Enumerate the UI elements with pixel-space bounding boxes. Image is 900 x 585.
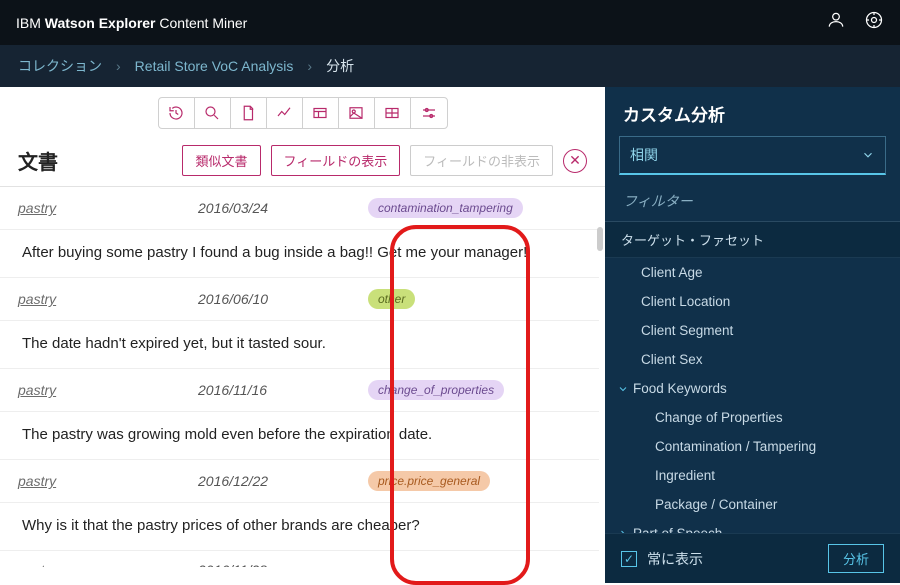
trend-icon[interactable] [267,98,303,128]
doc-tag[interactable]: contamination_tampering [368,198,523,218]
always-show-checkbox[interactable]: ✓ [621,551,637,567]
breadcrumb-collection-name[interactable]: Retail Store VoC Analysis [135,58,294,74]
facet-item[interactable]: Client Segment [605,316,900,345]
help-icon[interactable] [864,10,884,35]
table-row[interactable]: pastry2016/11/16change_of_properties [0,369,599,412]
facet-label: Client Sex [641,352,703,367]
doc-text: After buying some pastry I found a bug i… [0,230,599,278]
breadcrumb-current: 分析 [326,56,354,76]
chevron-down-icon [861,148,875,162]
doc-tag[interactable]: other [368,289,415,309]
doc-category[interactable]: pastry [18,291,198,307]
doc-category[interactable]: pastry [18,382,198,398]
chevron-right-icon: › [307,58,312,74]
table-row[interactable]: pastry2016/03/24contamination_tampering [0,187,599,230]
facet-label: Change of Properties [655,410,783,425]
settings-slider-icon[interactable] [411,98,447,128]
facet-item[interactable]: Contamination / Tampering [605,432,900,461]
table-row[interactable]: pastry2016/12/22price.price_general [0,460,599,503]
analyze-button[interactable]: 分析 [828,544,884,573]
grid-icon[interactable] [375,98,411,128]
doc-text: The pastry was growing mold even before … [0,412,599,460]
doc-text: Why is it that the pastry prices of othe… [0,503,599,551]
facet-label: Ingredient [655,468,715,483]
breadcrumb: コレクション › Retail Store VoC Analysis › 分析 [0,45,900,87]
hide-fields-button: フィールドの非表示 [410,145,553,176]
show-fields-button[interactable]: フィールドの表示 [271,145,401,176]
top-bar: IBM Watson Explorer Content Miner [0,0,900,45]
analysis-type-select[interactable]: 相関 [619,136,886,175]
doc-date: 2016/11/28 [198,562,368,567]
facet-label: Food Keywords [633,381,727,396]
chevron-right-icon [617,528,629,533]
facet-label: Package / Container [655,497,777,512]
scrollbar-thumb[interactable] [597,227,603,251]
document-list: pastry2016/03/24contamination_tamperingA… [0,187,605,567]
doc-category[interactable]: pastry [18,562,198,567]
document-icon[interactable] [231,98,267,128]
target-facet-header: ターゲット・ファセット [605,222,900,258]
facet-item[interactable]: Part of Speech [605,519,900,533]
doc-date: 2016/06/10 [198,291,368,307]
breadcrumb-collections[interactable]: コレクション [18,56,102,76]
facet-item[interactable]: Ingredient [605,461,900,490]
app-brand: IBM Watson Explorer Content Miner [16,15,247,31]
facet-label: Part of Speech [633,526,722,533]
page-title: 文書 [18,146,58,175]
table-row[interactable]: pastry2016/11/28 [0,551,599,567]
doc-category[interactable]: pastry [18,473,198,489]
facet-item[interactable]: Client Age [605,258,900,287]
chevron-right-icon: › [116,58,121,74]
facet-label: Client Age [641,265,703,280]
toolbar [0,93,605,137]
doc-date: 2016/11/16 [198,382,368,398]
facet-label: Client Segment [641,323,733,338]
search-icon[interactable] [195,98,231,128]
doc-date: 2016/12/22 [198,473,368,489]
similar-docs-button[interactable]: 類似文書 [182,145,260,176]
doc-date: 2016/03/24 [198,200,368,216]
facet-item[interactable]: Package / Container [605,490,900,519]
facet-label: Client Location [641,294,730,309]
doc-tag[interactable]: change_of_properties [368,380,504,400]
facet-list: Client Age Client Location Client Segment C… [605,258,900,533]
doc-tag[interactable]: price.price_general [368,471,490,491]
facet-item[interactable]: Client Location [605,287,900,316]
doc-text: The date hadn't expired yet, but it tast… [0,321,599,369]
panel-footer: ✓ 常に表示 分析 [605,533,900,583]
select-value: 相関 [630,145,658,165]
facet-label: Contamination / Tampering [655,439,816,454]
facet-item[interactable]: Client Sex [605,345,900,374]
left-pane: 文書 類似文書 フィールドの表示 フィールドの非表示 ✕ pastry2016/… [0,87,605,583]
image-icon[interactable] [339,98,375,128]
custom-analysis-title: カスタム分析 [605,87,900,136]
always-show-label: 常に表示 [647,549,703,569]
close-icon[interactable]: ✕ [563,149,587,173]
facet-item[interactable]: Change of Properties [605,403,900,432]
history-icon[interactable] [159,98,195,128]
chevron-down-icon [617,383,629,395]
facet-item[interactable]: Food Keywords [605,374,900,403]
right-panel: カスタム分析 相関 フィルター ターゲット・ファセット Client AgeCl… [605,87,900,583]
doc-category[interactable]: pastry [18,200,198,216]
dashboard-icon[interactable] [303,98,339,128]
user-icon[interactable] [826,10,846,35]
filter-label: フィルター [605,185,900,222]
table-row[interactable]: pastry2016/06/10other [0,278,599,321]
